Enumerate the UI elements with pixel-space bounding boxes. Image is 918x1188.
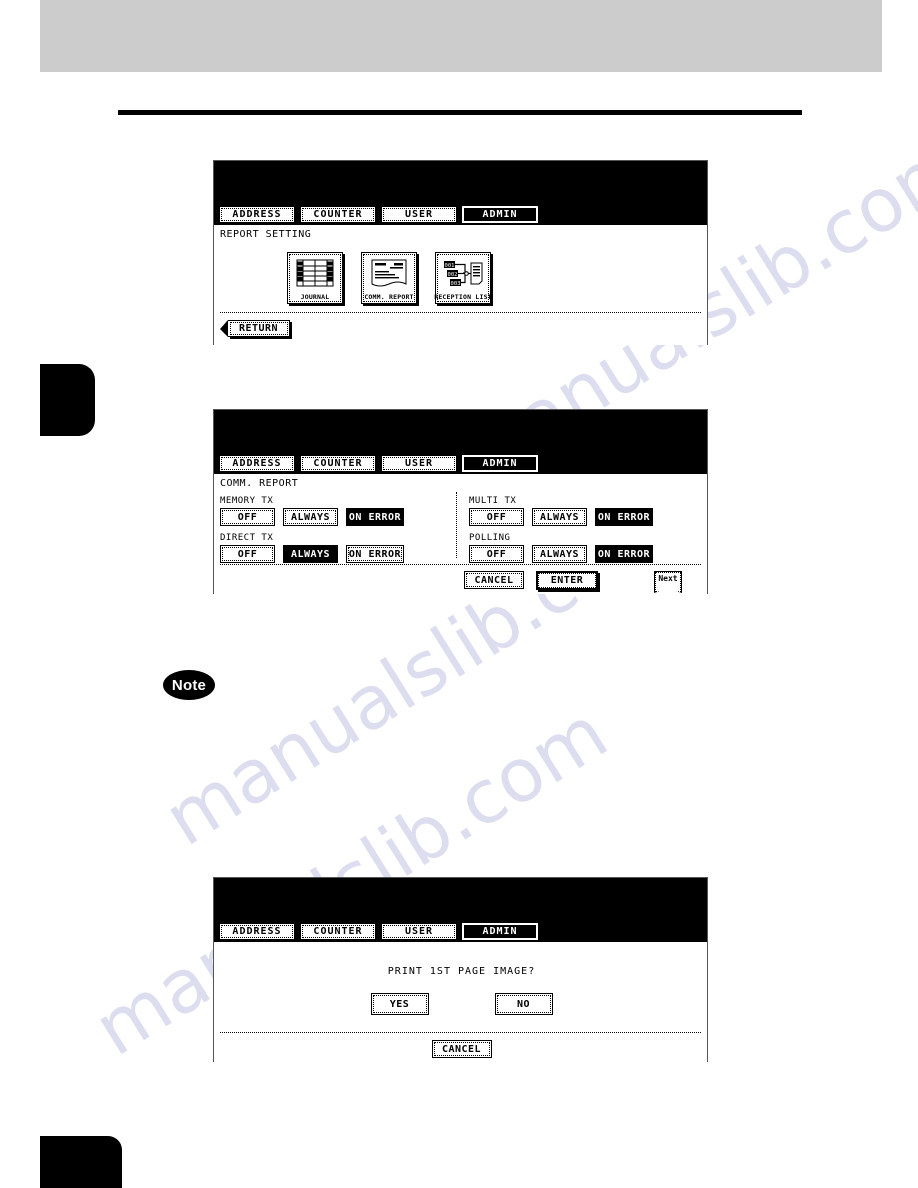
direct-tx-option-off[interactable]: OFF xyxy=(220,545,275,563)
cancel-button[interactable]: CANCEL xyxy=(464,571,524,589)
direct-tx-option-on-error[interactable]: ON ERROR xyxy=(346,545,404,563)
page-header-band xyxy=(40,0,882,72)
panel1-screen-title: REPORT SETTING xyxy=(220,229,312,240)
panel2-action-row: CANCEL ENTER Next xyxy=(464,571,682,593)
polling-option-off[interactable]: OFF xyxy=(469,545,524,563)
tab-address[interactable]: ADDRESS xyxy=(219,205,295,223)
polling-option-always[interactable]: ALWAYS xyxy=(532,545,587,563)
section-tab-marker xyxy=(40,364,95,436)
journal-table-icon xyxy=(296,253,334,293)
tab-counter[interactable]: COUNTER xyxy=(300,205,376,223)
panel2-title-bar xyxy=(214,410,707,452)
no-button[interactable]: NO xyxy=(494,993,553,1015)
panel1-body: REPORT SETTING JOURNAL COMM. REPORT 001 … xyxy=(214,225,707,345)
multi-tx-option-always[interactable]: ALWAYS xyxy=(532,508,587,526)
panel3-separator xyxy=(220,1032,701,1033)
page-corner-marker xyxy=(40,1136,122,1188)
svg-text:003: 003 xyxy=(451,281,461,287)
document-report-icon xyxy=(370,253,408,293)
tab-counter[interactable]: COUNTER xyxy=(300,454,376,472)
header-rule xyxy=(118,110,802,115)
panel3-action-row: CANCEL xyxy=(214,1040,709,1058)
tab-address[interactable]: ADDRESS xyxy=(219,454,295,472)
panel1-title-bar xyxy=(214,161,707,203)
report-icon-journal[interactable]: JOURNAL xyxy=(287,252,343,304)
group-direct-tx: DIRECT TX OFF ALWAYS ON ERROR xyxy=(220,533,404,563)
report-icon-comm-report-label: COMM. REPORT xyxy=(364,293,414,301)
tab-admin[interactable]: ADMIN xyxy=(462,454,538,472)
reception-flow-icon: 001 002 003 xyxy=(443,253,483,293)
group-direct-tx-label: DIRECT TX xyxy=(220,533,274,543)
panel2-column-divider xyxy=(456,492,457,558)
panel2-screen-title: COMM. REPORT xyxy=(220,478,299,489)
panel3-title-bar xyxy=(214,878,707,920)
yes-button[interactable]: YES xyxy=(370,993,429,1015)
panel1-tab-row: ADDRESS COUNTER USER ADMIN xyxy=(214,203,707,225)
multi-tx-option-on-error[interactable]: ON ERROR xyxy=(595,508,653,526)
return-button[interactable]: RETURN xyxy=(220,320,290,337)
panel2-separator xyxy=(220,564,701,565)
report-icon-journal-label: JOURNAL xyxy=(300,293,330,301)
enter-button[interactable]: ENTER xyxy=(536,571,598,590)
tab-user[interactable]: USER xyxy=(381,454,457,472)
group-polling: POLLING OFF ALWAYS ON ERROR xyxy=(469,533,653,563)
group-memory-tx: MEMORY TX OFF ALWAYS ON ERROR xyxy=(220,496,404,526)
dialog-message: PRINT 1ST PAGE IMAGE? xyxy=(387,966,536,977)
group-multi-tx: MULTI TX OFF ALWAYS ON ERROR xyxy=(469,496,653,526)
report-icon-comm-report[interactable]: COMM. REPORT xyxy=(361,252,417,304)
group-memory-tx-label: MEMORY TX xyxy=(220,496,274,506)
cancel-button[interactable]: CANCEL xyxy=(431,1040,492,1058)
panel2-tab-row: ADDRESS COUNTER USER ADMIN xyxy=(214,452,707,474)
multi-tx-option-off[interactable]: OFF xyxy=(469,508,524,526)
panel3-body: PRINT 1ST PAGE IMAGE? YES NO CANCEL xyxy=(214,942,707,1062)
note-badge: Note xyxy=(163,670,215,700)
tab-address[interactable]: ADDRESS xyxy=(219,922,295,940)
report-icon-reception-list-label: RECEPTION LIST xyxy=(434,293,492,301)
report-icon-reception-list[interactable]: 001 002 003 RECEPTION LIST xyxy=(434,252,492,304)
svg-text:002: 002 xyxy=(448,272,458,278)
group-multi-tx-label: MULTI TX xyxy=(469,496,517,506)
tab-user[interactable]: USER xyxy=(381,922,457,940)
svg-text:001: 001 xyxy=(445,263,455,269)
panel2-body: COMM. REPORT MEMORY TX OFF ALWAYS ON ERR… xyxy=(214,474,707,594)
memory-tx-option-on-error[interactable]: ON ERROR xyxy=(346,508,404,526)
return-arrow-icon xyxy=(220,320,228,337)
tab-counter[interactable]: COUNTER xyxy=(300,922,376,940)
lcd-panel-report-setting: ADDRESS COUNTER USER ADMIN REPORT SETTIN… xyxy=(213,160,708,345)
polling-option-on-error[interactable]: ON ERROR xyxy=(595,545,653,563)
lcd-panel-comm-report: ADDRESS COUNTER USER ADMIN COMM. REPORT … xyxy=(213,409,708,594)
panel3-choice-row: YES NO xyxy=(214,993,709,1015)
direct-tx-option-always[interactable]: ALWAYS xyxy=(283,545,338,563)
panel1-separator xyxy=(220,312,701,313)
next-button[interactable]: Next xyxy=(654,571,682,593)
lcd-panel-print-confirm: ADDRESS COUNTER USER ADMIN PRINT 1ST PAG… xyxy=(213,877,708,1062)
tab-user[interactable]: USER xyxy=(381,205,457,223)
tab-admin[interactable]: ADMIN xyxy=(462,205,538,223)
return-button-label: RETURN xyxy=(228,320,290,337)
group-polling-label: POLLING xyxy=(469,533,511,543)
memory-tx-option-off[interactable]: OFF xyxy=(220,508,275,526)
panel1-icon-row: JOURNAL COMM. REPORT 001 002 003 RECEPTI… xyxy=(287,252,492,304)
panel3-tab-row: ADDRESS COUNTER USER ADMIN xyxy=(214,920,707,942)
memory-tx-option-always[interactable]: ALWAYS xyxy=(283,508,338,526)
tab-admin[interactable]: ADMIN xyxy=(462,922,538,940)
